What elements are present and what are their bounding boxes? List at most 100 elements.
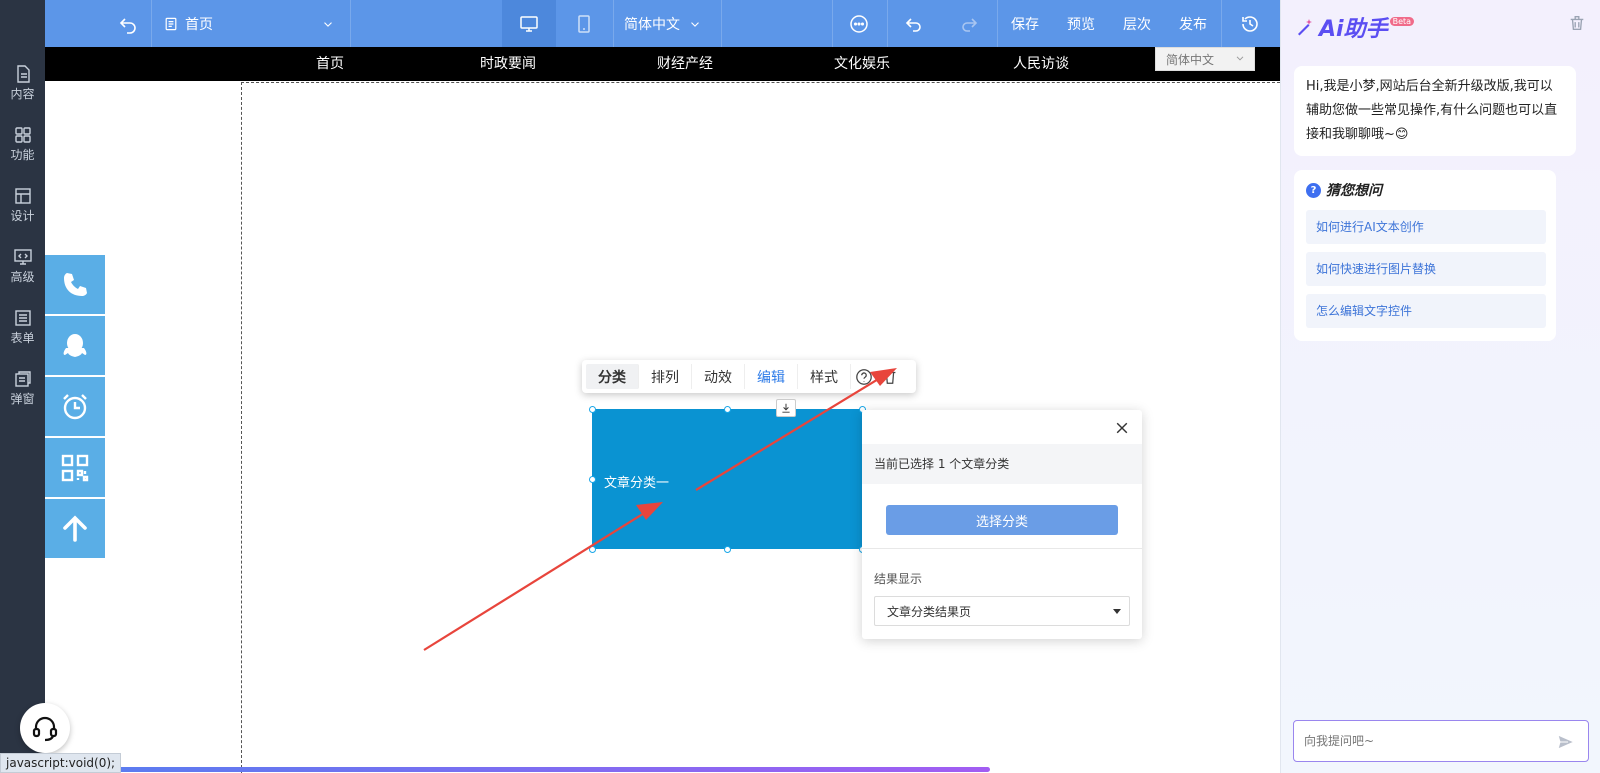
help-button[interactable] <box>851 364 877 389</box>
file-icon <box>16 64 30 83</box>
component-toolbar: 分类 排列 动效 编辑 样式 <box>582 360 916 393</box>
divider <box>862 548 1142 549</box>
caret-down-icon <box>1113 609 1121 614</box>
customer-service-button[interactable] <box>20 703 70 753</box>
ai-greeting-message: Hi,我是小梦,网站后台全新升级改版,我可以辅助您做一些常见操作,有什么问题也可… <box>1294 66 1576 156</box>
tab-edit[interactable]: 编辑 <box>745 364 798 389</box>
undo-icon <box>119 17 136 34</box>
history-icon <box>1242 15 1258 32</box>
desktop-view-button[interactable] <box>502 0 556 47</box>
result-display-label: 结果显示 <box>874 572 923 586</box>
left-rail: 内容 功能 设计 高级 表单 弹窗 <box>0 0 45 773</box>
float-phone-button[interactable] <box>45 255 105 314</box>
undo-nav-button[interactable] <box>107 0 149 47</box>
ai-chat-input-box <box>1293 720 1589 762</box>
suggested-question[interactable]: 怎么编辑文字控件 <box>1306 294 1546 328</box>
grid-icon <box>14 126 31 143</box>
rail-item-label: 高级 <box>10 269 35 284</box>
anchor-button[interactable] <box>776 399 796 417</box>
qq-icon <box>63 333 87 357</box>
tab-style[interactable]: 样式 <box>798 364 851 389</box>
page-select[interactable]: 首页 <box>163 0 343 47</box>
resize-handle-nw[interactable] <box>589 406 596 413</box>
more-icon <box>850 14 868 33</box>
nav-link-culture[interactable]: 文化娱乐 <box>834 53 890 73</box>
history-button[interactable] <box>1222 0 1278 47</box>
publish-button[interactable]: 发布 <box>1165 0 1221 47</box>
chevron-down-icon <box>324 21 332 27</box>
code-monitor-icon <box>13 248 32 265</box>
redo-button[interactable] <box>942 0 996 47</box>
tab-arrange[interactable]: 排列 <box>639 364 692 389</box>
rail-item-design[interactable]: 设计 <box>0 174 45 234</box>
layers-button[interactable]: 层次 <box>1109 0 1165 47</box>
language-label: 简体中文 <box>624 16 680 33</box>
ai-logo: Ai助手 Beta <box>1295 11 1415 43</box>
ai-assistant-panel: Ai助手 Beta Hi,我是小梦,网站后台全新升级改版,我可以辅助您做一些常见… <box>1280 0 1600 773</box>
suggested-question[interactable]: 如何进行AI文本创作 <box>1306 210 1546 244</box>
float-qrcode-button[interactable] <box>45 438 105 497</box>
rail-item-advanced[interactable]: 高级 <box>0 235 45 295</box>
resize-handle-n[interactable] <box>724 406 731 413</box>
preview-button[interactable]: 预览 <box>1053 0 1109 47</box>
save-button[interactable]: 保存 <box>997 0 1053 47</box>
resize-handle-s[interactable] <box>724 546 731 553</box>
result-page-value: 文章分类结果页 <box>887 605 972 619</box>
popup-icon <box>14 370 31 387</box>
trash-icon <box>884 369 896 384</box>
site-language-label: 简体中文 <box>1166 53 1215 67</box>
nav-link-interview[interactable]: 人民访谈 <box>1013 53 1069 73</box>
float-qq-button[interactable] <box>45 316 105 375</box>
loading-progress-bar <box>110 767 990 772</box>
ai-chat-input[interactable] <box>1304 731 1544 751</box>
nav-link-home[interactable]: 首页 <box>316 53 344 73</box>
send-icon[interactable] <box>1556 732 1576 752</box>
mobile-icon <box>578 14 590 33</box>
undo-button[interactable] <box>887 0 941 47</box>
rail-item-form[interactable]: 表单 <box>0 296 45 356</box>
floating-contact-bar <box>45 255 105 560</box>
site-nav: 首页 时政要闻 财经产经 文化娱乐 人民访谈 <box>45 47 1280 81</box>
page-icon <box>165 17 177 30</box>
page-select-label: 首页 <box>185 16 213 33</box>
mobile-view-button[interactable] <box>557 0 611 47</box>
nav-link-politics[interactable]: 时政要闻 <box>480 53 536 73</box>
component-label: 文章分类一 <box>604 476 670 491</box>
tab-category[interactable]: 分类 <box>586 364 639 389</box>
undo-icon <box>905 17 921 32</box>
rail-item-label: 设计 <box>10 208 35 223</box>
choose-category-button[interactable]: 选择分类 <box>886 505 1118 535</box>
delete-button[interactable] <box>877 364 903 389</box>
resize-handle-w[interactable] <box>589 476 596 483</box>
category-settings-panel: 当前已选择 1 个文章分类 选择分类 结果显示 文章分类结果页 <box>862 410 1142 639</box>
rail-item-content[interactable]: 内容 <box>0 52 45 112</box>
nav-link-finance[interactable]: 财经产经 <box>657 53 713 73</box>
site-language-select[interactable]: 简体中文 <box>1155 47 1255 71</box>
suggested-question[interactable]: 如何快速进行图片替换 <box>1306 252 1546 286</box>
float-back-to-top-button[interactable] <box>45 499 105 558</box>
suggest-title: ? 猜您想问 <box>1306 180 1544 200</box>
close-icon[interactable] <box>1114 420 1130 436</box>
question-icon: ? <box>1306 182 1321 198</box>
result-page-select[interactable]: 文章分类结果页 <box>874 596 1130 626</box>
top-toolbar: 首页 简体中文 保存 预览 层次 发布 <box>45 0 1280 47</box>
desktop-icon <box>520 15 538 32</box>
resize-handle-sw[interactable] <box>589 546 596 553</box>
magic-wand-icon <box>1298 19 1312 36</box>
language-select[interactable]: 简体中文 <box>613 0 713 47</box>
suggested-questions: ? 猜您想问 如何进行AI文本创作 如何快速进行图片替换 怎么编辑文字控件 <box>1294 170 1556 341</box>
headset-icon <box>32 716 58 742</box>
rail-item-popup[interactable]: 弹窗 <box>0 357 45 417</box>
chevron-down-icon <box>1236 56 1244 61</box>
tab-animation[interactable]: 动效 <box>692 364 745 389</box>
more-button[interactable] <box>832 0 886 47</box>
rail-item-label: 内容 <box>10 86 35 101</box>
article-category-component[interactable]: 文章分类一 <box>592 409 862 549</box>
alarm-icon <box>63 393 87 419</box>
float-alarm-button[interactable] <box>45 377 105 436</box>
redo-icon <box>962 17 978 32</box>
rail-item-function[interactable]: 功能 <box>0 113 45 173</box>
list-form-icon <box>14 309 31 326</box>
clear-chat-icon[interactable] <box>1568 14 1586 32</box>
layout-icon <box>14 187 31 204</box>
